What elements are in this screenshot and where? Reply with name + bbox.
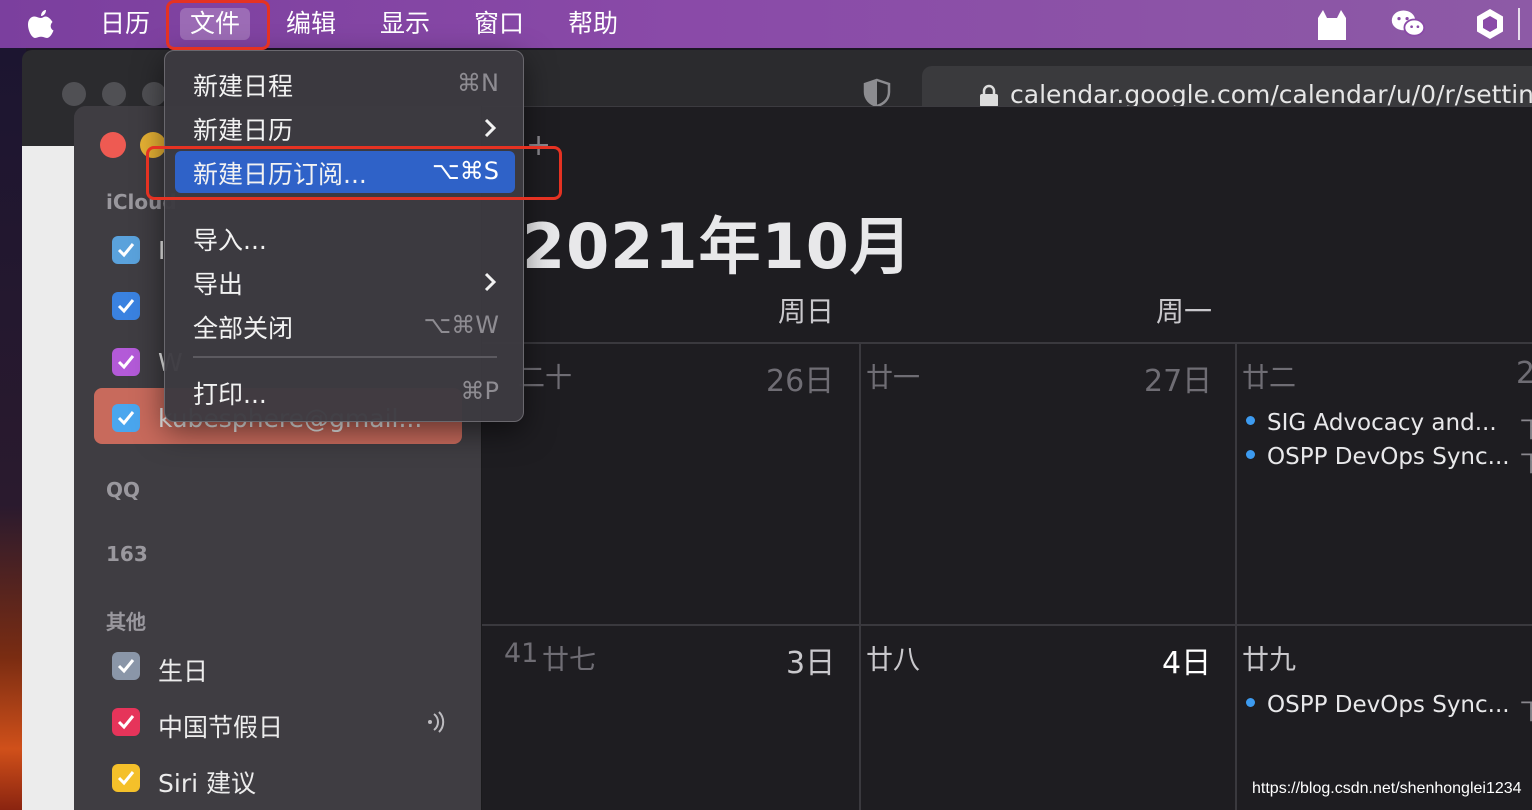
event-item[interactable]: OSPP DevOps Sync...	[1246, 692, 1510, 718]
weekday-header-mon: 周一	[1156, 295, 1213, 328]
day-number[interactable]: 26日	[766, 356, 834, 400]
menu-item-shortcut: ⌘P	[460, 377, 499, 405]
sidebar-section-other: 其他	[106, 610, 146, 634]
calendar-checkbox[interactable]	[112, 292, 140, 320]
day-lunar: 廿一	[866, 363, 920, 394]
menu-window[interactable]: 窗口	[474, 8, 524, 40]
day-lunar: 廿八	[866, 645, 920, 676]
cat-icon[interactable]	[1314, 6, 1350, 42]
wechat-icon[interactable]	[1390, 6, 1426, 42]
browser-page-strip	[22, 146, 82, 810]
day-lunar: 廿七	[542, 645, 596, 676]
day-lunar: 廿九	[1242, 645, 1296, 676]
chevron-right-icon	[484, 118, 497, 138]
menu-item-label: 新建日程	[193, 72, 294, 101]
calendar-checkbox[interactable]	[112, 404, 140, 432]
browser-minimize-button[interactable]	[102, 82, 126, 106]
event-item[interactable]: SIG Advocacy and...	[1246, 410, 1497, 436]
menu-view[interactable]: 显示	[380, 8, 430, 40]
day-lunar: 廿二	[1242, 363, 1296, 394]
event-title: OSPP DevOps Sync...	[1267, 444, 1510, 470]
sidebar-item-siri-suggestions[interactable]: Siri 建议	[158, 764, 256, 800]
grid-line	[482, 624, 1532, 626]
grid-line	[1235, 342, 1237, 810]
day-lunar: 二十	[518, 363, 572, 394]
grid-line	[482, 342, 1532, 344]
shield-icon[interactable]	[862, 78, 892, 108]
menu-item-import[interactable]: 导入...	[175, 217, 515, 259]
calendar-checkbox[interactable]	[112, 764, 140, 792]
week-number: 41	[504, 638, 539, 669]
day-number[interactable]: 3日	[786, 638, 835, 682]
menu-item-print[interactable]: 打印... ⌘P	[175, 371, 515, 413]
menu-item-label: 打印...	[193, 380, 267, 409]
apple-icon[interactable]	[26, 8, 56, 40]
browser-zoom-button[interactable]	[142, 82, 166, 106]
month-title: 2021年10月	[522, 210, 913, 283]
menu-item-shortcut: ⌥⌘W	[423, 311, 499, 339]
menu-item-label: 新建日历	[193, 116, 294, 145]
menu-calendar[interactable]: 日历	[100, 8, 150, 40]
calendar-checkbox[interactable]	[112, 348, 140, 376]
sidebar-section-163: 163	[106, 542, 148, 566]
address-bar-url: calendar.google.com/calendar/u/0/r/setti…	[1010, 80, 1532, 109]
event-dot	[1246, 416, 1255, 425]
menu-item-new-event[interactable]: 新建日程 ⌘N	[175, 63, 515, 105]
menu-item-shortcut: ⌘N	[457, 69, 499, 97]
sidebar-item-holidays[interactable]: 中国节假日	[158, 708, 283, 744]
event-dot	[1246, 698, 1255, 707]
browser-close-button[interactable]	[62, 82, 86, 106]
menu-help[interactable]: 帮助	[568, 8, 618, 40]
day-number[interactable]: 2	[1516, 356, 1532, 391]
watermark: https://blog.csdn.net/shenhonglei1234	[1252, 780, 1522, 797]
menu-edit[interactable]: 编辑	[286, 8, 336, 40]
menu-item-export[interactable]: 导出	[175, 261, 515, 303]
menu-item-new-calendar[interactable]: 新建日历	[175, 107, 515, 149]
weekday-header-sun: 周日	[778, 295, 835, 328]
day-number[interactable]: 4日	[1162, 638, 1211, 682]
broadcast-icon	[428, 711, 445, 733]
menu-bar-divider	[1518, 8, 1520, 40]
event-time: 下	[1520, 451, 1532, 477]
menu-separator	[193, 356, 497, 358]
annotation-box-subscription	[146, 146, 562, 200]
calendar-checkbox[interactable]	[112, 236, 140, 264]
menu-item-label: 导入...	[193, 226, 267, 255]
event-dot	[1246, 450, 1255, 459]
menu-item-label: 导出	[193, 270, 244, 299]
event-title: SIG Advocacy and...	[1267, 410, 1497, 436]
event-time: 下	[1520, 699, 1532, 725]
event-item[interactable]: OSPP DevOps Sync...	[1246, 444, 1510, 470]
sidebar-item-birthdays[interactable]: 生日	[158, 652, 208, 688]
chevron-right-icon	[484, 272, 497, 292]
day-number[interactable]: 27日	[1144, 356, 1212, 400]
annotation-box-file-menu	[166, 0, 270, 50]
file-menu-dropdown: 新建日程 ⌘N 新建日历 新建日历订阅... ⌥⌘S 导入... 导出 全部关闭…	[164, 50, 524, 422]
event-title: OSPP DevOps Sync...	[1267, 692, 1510, 718]
grid-line	[859, 342, 861, 810]
window-close-button[interactable]	[100, 132, 126, 158]
event-time: 下	[1520, 417, 1532, 443]
lock-icon	[980, 84, 998, 107]
menu-item-label: 全部关闭	[193, 314, 294, 343]
menu-item-close-all[interactable]: 全部关闭 ⌥⌘W	[175, 305, 515, 347]
calendar-checkbox[interactable]	[112, 652, 140, 680]
calendar-checkbox[interactable]	[112, 708, 140, 736]
hexagon-icon[interactable]	[1472, 6, 1508, 42]
sidebar-section-qq: QQ	[106, 478, 141, 502]
